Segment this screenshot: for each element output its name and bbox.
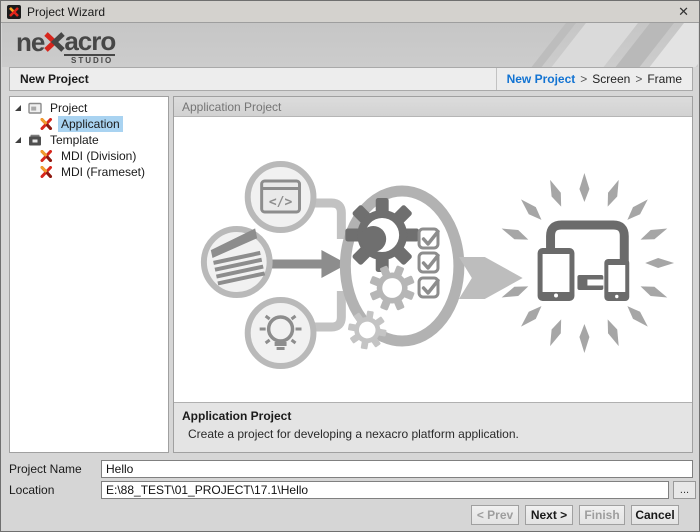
- breadcrumb-separator-icon: >: [580, 72, 587, 86]
- logo-x-icon: [43, 31, 65, 53]
- svg-text:</>: </>: [269, 195, 293, 210]
- panel-header: Application Project: [174, 97, 692, 117]
- project-preview-panel: Application Project </>: [173, 96, 693, 453]
- cancel-button[interactable]: Cancel: [631, 505, 679, 525]
- location-label: Location: [9, 481, 99, 499]
- browse-button[interactable]: ...: [673, 481, 696, 499]
- breadcrumb-step-frame[interactable]: Frame: [647, 72, 682, 86]
- tree-item-template[interactable]: Template: [10, 132, 168, 148]
- banner-stripes-decoration: [428, 23, 698, 67]
- template-node-icon: [28, 134, 42, 146]
- code-circle-icon: </>: [248, 164, 314, 230]
- wizard-step-header: New Project New Project > Screen > Frame: [9, 67, 693, 91]
- nexacro-x-icon: [40, 166, 53, 178]
- tree-item-mdi-division[interactable]: MDI (Division): [10, 148, 168, 164]
- gears-ellipse: [345, 191, 459, 352]
- lightbulb-circle-icon: [248, 300, 314, 366]
- input-arrow-icon: [268, 250, 348, 278]
- logo-text-acro: acro: [64, 28, 115, 56]
- tree-item-application[interactable]: Application: [10, 116, 168, 132]
- project-node-icon: [28, 102, 42, 114]
- logo-studio-label: STUDIO: [16, 56, 115, 65]
- layers-circle-icon: [204, 228, 270, 295]
- logo-banner: ne acro STUDIO: [2, 23, 698, 67]
- nexacro-x-icon: [40, 150, 53, 162]
- page-title: New Project: [10, 72, 89, 86]
- finish-button[interactable]: Finish: [579, 505, 625, 525]
- tree-item-label: MDI (Division): [58, 148, 139, 164]
- location-input[interactable]: [101, 481, 669, 499]
- breadcrumb-separator-icon: >: [635, 72, 642, 86]
- application-project-illustration: </>: [174, 117, 692, 402]
- info-description: Create a project for developing a nexacr…: [188, 427, 684, 441]
- project-type-tree: Project Application Template: [9, 96, 169, 453]
- nexacro-studio-logo: ne acro STUDIO: [16, 28, 115, 65]
- devices-icon: [538, 225, 630, 301]
- project-wizard-dialog: Project Wizard ✕ ne acro STUDIO New Proj…: [0, 0, 700, 532]
- tree-expand-icon[interactable]: [14, 104, 22, 112]
- breadcrumb: New Project > Screen > Frame: [496, 68, 692, 90]
- checklist-icons: [419, 229, 438, 297]
- window-title: Project Wizard: [27, 5, 105, 19]
- info-title: Application Project: [182, 409, 684, 423]
- tree-item-project[interactable]: Project: [10, 100, 168, 116]
- tree-item-label-selected: Application: [58, 116, 123, 132]
- devices-rays-decoration: [500, 173, 674, 353]
- dark-gear-icon: [345, 198, 419, 272]
- next-button[interactable]: Next >: [525, 505, 573, 525]
- tree-item-label: Template: [47, 132, 102, 148]
- logo-text-ne: ne: [16, 29, 44, 55]
- title-bar[interactable]: Project Wizard ✕: [1, 1, 699, 23]
- nexacro-x-icon: [40, 118, 53, 130]
- prev-button[interactable]: < Prev: [471, 505, 519, 525]
- tree-item-label: MDI (Frameset): [58, 164, 148, 180]
- tree-expand-icon[interactable]: [14, 136, 22, 144]
- project-info-box: Application Project Create a project for…: [174, 402, 692, 452]
- nexacro-app-icon: [7, 5, 21, 19]
- project-name-label: Project Name: [9, 460, 99, 478]
- tree-item-mdi-frameset[interactable]: MDI (Frameset): [10, 164, 168, 180]
- breadcrumb-step-new-project[interactable]: New Project: [507, 72, 576, 86]
- project-name-input[interactable]: [101, 460, 693, 478]
- breadcrumb-step-screen[interactable]: Screen: [592, 72, 630, 86]
- close-icon[interactable]: ✕: [678, 4, 689, 20]
- tree-item-label: Project: [47, 100, 90, 116]
